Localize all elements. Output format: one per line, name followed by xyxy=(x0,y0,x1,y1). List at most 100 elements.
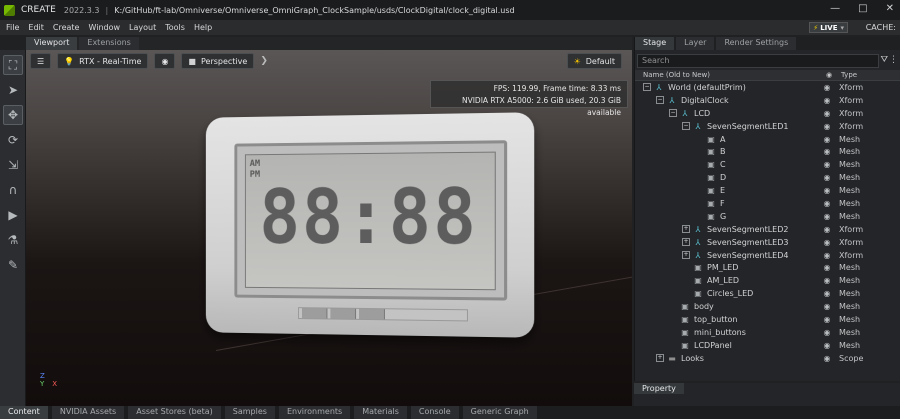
visibility-eye-icon[interactable]: ◉ xyxy=(819,289,835,298)
tree-row[interactable]: ▣ body ◉ Mesh xyxy=(635,300,900,313)
tab-asset-stores[interactable]: Asset Stores (beta) xyxy=(128,406,221,419)
chevron-down-icon[interactable]: ▾ xyxy=(840,24,844,32)
paint-icon[interactable]: ✎ xyxy=(3,255,23,275)
expand-icon[interactable]: + xyxy=(682,238,690,247)
tree-row[interactable]: ▣ B ◉ Mesh xyxy=(635,145,900,158)
visibility-eye-icon[interactable]: ◉ xyxy=(819,109,835,118)
tree-row[interactable]: ▣ LCDPanel ◉ Mesh xyxy=(635,339,900,352)
visibility-eye-icon[interactable]: ◉ xyxy=(819,96,835,105)
visibility-eye-icon[interactable]: ◉ xyxy=(819,212,835,221)
tree-row[interactable]: ▣ D ◉ Mesh xyxy=(635,171,900,184)
visibility-eye-icon[interactable]: ◉ xyxy=(819,238,835,247)
visibility-eye-icon[interactable]: ◉ xyxy=(819,225,835,234)
menu-tools[interactable]: Tools xyxy=(165,23,185,32)
visibility-eye-icon[interactable]: ◉ xyxy=(819,122,835,131)
collapse-icon[interactable]: − xyxy=(656,96,664,105)
tree-row[interactable]: ▣ A ◉ Mesh xyxy=(635,133,900,146)
play-icon[interactable]: ▶ xyxy=(3,205,23,225)
expand-icon[interactable]: + xyxy=(656,354,664,363)
tree-row[interactable]: − ⅄ SevenSegmentLED1 ◉ Xform xyxy=(635,120,900,133)
tree-row[interactable]: + ▬ Looks ◉ Scope xyxy=(635,352,900,365)
select-frame-icon[interactable]: ⛶ xyxy=(3,55,23,75)
visibility-eye-icon[interactable]: ◉ xyxy=(819,354,835,363)
more-icon[interactable]: ⋮ xyxy=(889,55,898,65)
visibility-eye-icon[interactable]: ◉ xyxy=(819,263,835,272)
viewport[interactable]: ☰ 💡 RTX - Real-Time ◉ ■ Perspective ❯ ☀ … xyxy=(26,50,632,406)
move-icon[interactable]: ✥ xyxy=(3,105,23,125)
viewport-settings-button[interactable]: ☰ xyxy=(30,53,52,69)
select-arrow-icon[interactable]: ➤ xyxy=(3,80,23,100)
tree-row[interactable]: ▣ E ◉ Mesh xyxy=(635,184,900,197)
visibility-eye-icon[interactable]: ◉ xyxy=(819,276,835,285)
visibility-eye-icon[interactable]: ◉ xyxy=(819,315,835,324)
tab-layer[interactable]: Layer xyxy=(676,37,715,50)
tab-materials[interactable]: Materials xyxy=(354,406,407,419)
physics-icon[interactable]: ⚗ xyxy=(3,230,23,250)
tab-nvidia-assets[interactable]: NVIDIA Assets xyxy=(51,406,125,419)
menu-help[interactable]: Help xyxy=(194,23,212,32)
visibility-eye-icon[interactable]: ◉ xyxy=(819,341,835,350)
tree-row[interactable]: − ⅄ LCD ◉ Xform xyxy=(635,107,900,120)
tree-row[interactable]: + ⅄ SevenSegmentLED3 ◉ Xform xyxy=(635,236,900,249)
stage-search-input[interactable]: Search xyxy=(637,54,879,68)
tab-stage[interactable]: Stage xyxy=(635,37,675,50)
visibility-eye-icon[interactable]: ◉ xyxy=(819,160,835,169)
tree-row[interactable]: ▣ Circles_LED ◉ Mesh xyxy=(635,287,900,300)
collapse-icon[interactable]: − xyxy=(669,109,677,118)
column-type[interactable]: Type xyxy=(837,71,857,79)
collapse-icon[interactable]: − xyxy=(682,122,690,131)
tree-row[interactable]: + ⅄ SevenSegmentLED2 ◉ Xform xyxy=(635,223,900,236)
tab-generic-graph[interactable]: Generic Graph xyxy=(462,406,537,419)
rotate-icon[interactable]: ⟳ xyxy=(3,130,23,150)
tab-samples[interactable]: Samples xyxy=(224,406,275,419)
chevron-right-icon[interactable]: ❯ xyxy=(260,56,268,66)
expand-icon[interactable]: + xyxy=(682,225,690,234)
menu-file[interactable]: File xyxy=(6,23,19,32)
filter-icon[interactable]: ⛛ xyxy=(880,55,888,65)
expand-icon[interactable]: + xyxy=(682,251,690,260)
tree-row[interactable]: ▣ F ◉ Mesh xyxy=(635,197,900,210)
tree-row[interactable]: ▣ mini_buttons ◉ Mesh xyxy=(635,326,900,339)
tab-render-settings[interactable]: Render Settings xyxy=(716,37,797,50)
eye-icon[interactable]: ◉ xyxy=(821,71,837,79)
tab-extensions[interactable]: Extensions xyxy=(79,37,139,50)
cache-status[interactable]: CACHE: xyxy=(866,23,896,32)
tab-content[interactable]: Content xyxy=(0,406,48,419)
tree-row[interactable]: ▣ AM_LED ◉ Mesh xyxy=(635,274,900,287)
tree-row[interactable]: − ⅄ DigitalClock ◉ Xform xyxy=(635,94,900,107)
tab-viewport[interactable]: Viewport xyxy=(26,37,78,50)
maximize-icon[interactable]: □ xyxy=(858,3,867,14)
tree-row[interactable]: − ⅄ World (defaultPrim) ◉ Xform xyxy=(635,81,900,94)
render-mode-button[interactable]: 💡 RTX - Real-Time xyxy=(57,53,149,69)
menu-create[interactable]: Create xyxy=(53,23,80,32)
visibility-eye-icon[interactable]: ◉ xyxy=(819,135,835,144)
column-name[interactable]: Name (Old to New) xyxy=(635,71,821,79)
visibility-eye-icon[interactable]: ◉ xyxy=(819,83,835,92)
digital-clock-model[interactable]: AM PM 88:88 xyxy=(205,112,535,338)
tree-row[interactable]: ▣ PM_LED ◉ Mesh xyxy=(635,261,900,274)
visibility-eye-icon[interactable]: ◉ xyxy=(819,173,835,182)
live-button[interactable]: ⚡ LIVE ▾ xyxy=(809,22,848,33)
visibility-eye-icon[interactable]: ◉ xyxy=(819,302,835,311)
menu-window[interactable]: Window xyxy=(88,23,120,32)
tree-row[interactable]: + ⅄ SevenSegmentLED4 ◉ Xform xyxy=(635,249,900,262)
tree-row[interactable]: ▣ top_button ◉ Mesh xyxy=(635,313,900,326)
menu-layout[interactable]: Layout xyxy=(129,23,156,32)
visibility-eye-icon[interactable]: ◉ xyxy=(819,186,835,195)
menu-edit[interactable]: Edit xyxy=(28,23,44,32)
close-icon[interactable]: ✕ xyxy=(886,3,894,14)
visibility-eye-icon[interactable]: ◉ xyxy=(819,328,835,337)
tab-environments[interactable]: Environments xyxy=(278,406,351,419)
tab-property[interactable]: Property xyxy=(634,383,684,394)
tree-row[interactable]: ▣ C ◉ Mesh xyxy=(635,158,900,171)
minimize-icon[interactable]: — xyxy=(830,3,840,14)
camera-button[interactable]: ■ Perspective xyxy=(181,53,255,69)
tree-row[interactable]: ▣ G ◉ Mesh xyxy=(635,210,900,223)
tab-console[interactable]: Console xyxy=(410,406,459,419)
visibility-button[interactable]: ◉ xyxy=(154,53,176,69)
visibility-eye-icon[interactable]: ◉ xyxy=(819,251,835,260)
lighting-button[interactable]: ☀ Default xyxy=(566,53,622,69)
visibility-eye-icon[interactable]: ◉ xyxy=(819,199,835,208)
collapse-icon[interactable]: − xyxy=(643,83,651,92)
visibility-eye-icon[interactable]: ◉ xyxy=(819,147,835,156)
